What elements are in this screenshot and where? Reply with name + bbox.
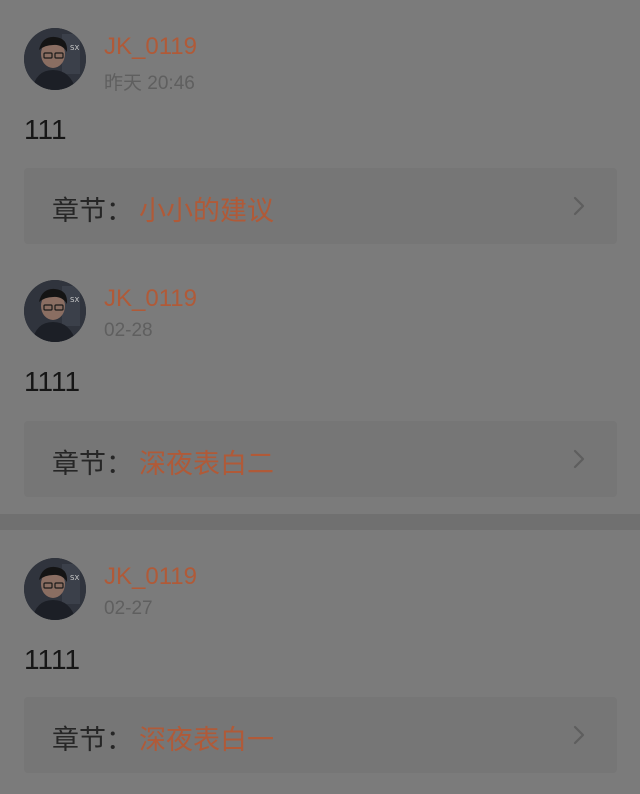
- chapter-title: 深夜表白一: [139, 725, 274, 756]
- chapter-link[interactable]: 章节： 深夜表白二: [24, 421, 617, 497]
- svg-text:SX: SX: [70, 574, 79, 582]
- chapter-link[interactable]: 章节： 小小的建议: [24, 168, 617, 244]
- comment-card: SX JK_0119 02-27 1111 章节： 深夜表白一: [0, 530, 640, 794]
- comment-username[interactable]: JK_0119: [104, 33, 197, 61]
- comment-text: 111: [24, 114, 67, 145]
- user-avatar-photo: SX: [24, 558, 86, 620]
- chapter-title: 小小的建议: [139, 196, 274, 227]
- user-avatar-photo: SX: [24, 280, 86, 342]
- chapter-label: 章节：: [52, 196, 133, 227]
- user-avatar[interactable]: SX: [24, 28, 86, 90]
- user-avatar[interactable]: SX: [24, 558, 86, 620]
- comment-timestamp: 昨天 20:46: [104, 73, 195, 94]
- user-avatar[interactable]: SX: [24, 280, 86, 342]
- svg-text:SX: SX: [70, 44, 79, 52]
- section-divider: [0, 514, 640, 530]
- comment-username[interactable]: JK_0119: [104, 563, 197, 591]
- chapter-title: 深夜表白二: [139, 449, 274, 480]
- comment-username[interactable]: JK_0119: [104, 285, 197, 313]
- chapter-label: 章节：: [52, 725, 133, 756]
- chapter-link[interactable]: 章节： 深夜表白一: [24, 697, 617, 773]
- comment-timestamp: 02-28: [104, 320, 153, 341]
- comment-text: 1111: [24, 366, 81, 397]
- chapter-label: 章节：: [52, 449, 133, 480]
- comment-text: 1111: [24, 644, 81, 675]
- chevron-right-icon: [573, 725, 585, 745]
- comment-card: SX JK_0119 昨天 20:46 111 章节： 小小的建议: [0, 0, 640, 258]
- chevron-right-icon: [573, 196, 585, 216]
- svg-text:SX: SX: [70, 296, 79, 304]
- comment-card: SX JK_0119 02-28 1111 章节： 深夜表白二: [0, 258, 640, 514]
- comment-timestamp: 02-27: [104, 598, 153, 619]
- user-avatar-photo: SX: [24, 28, 86, 90]
- chevron-right-icon: [573, 449, 585, 469]
